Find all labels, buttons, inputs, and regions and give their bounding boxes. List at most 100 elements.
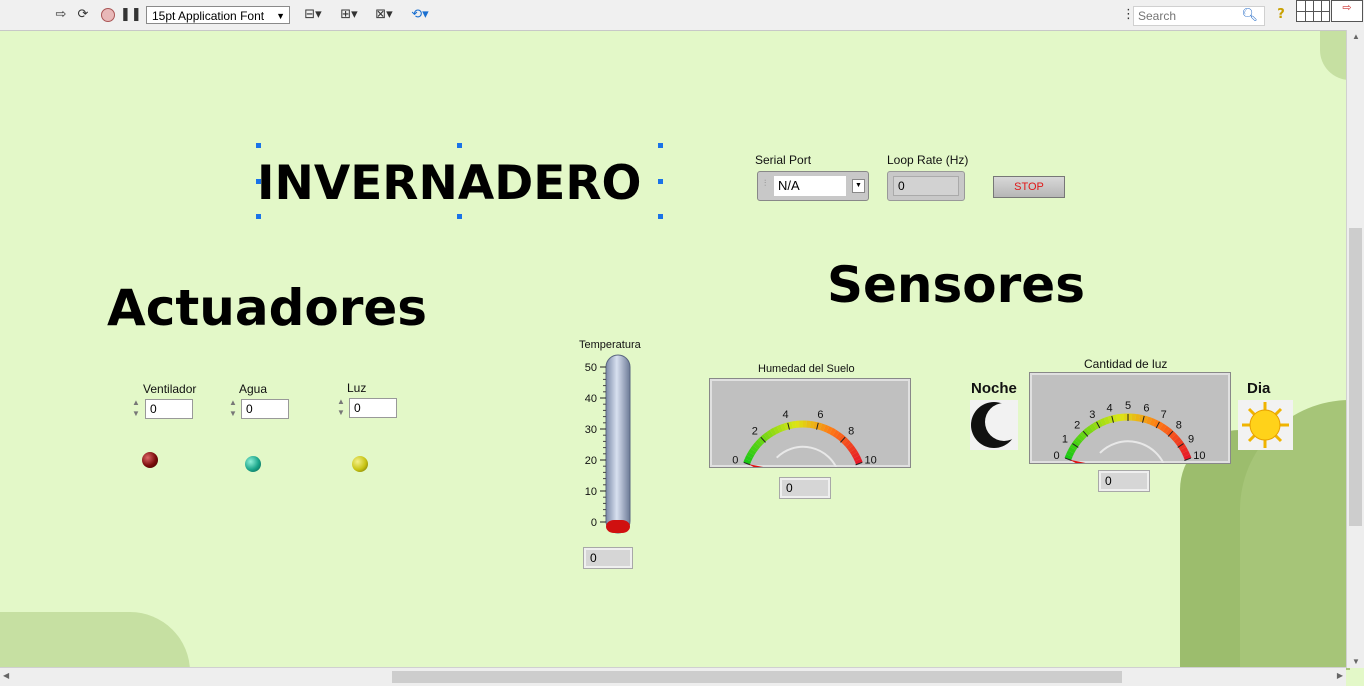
gauge-needle (1070, 460, 1097, 463)
gauge-color-arc (1082, 433, 1085, 436)
gauge-tick-label: 0 (1054, 450, 1060, 462)
selection-handle[interactable] (658, 214, 663, 219)
gauge-color-arc (1168, 431, 1171, 434)
agua-input[interactable]: 0 (241, 399, 289, 419)
serial-port-value-field[interactable]: N/A (774, 176, 846, 196)
align-objects-icon[interactable]: ⊟▾ (300, 6, 326, 24)
search-input[interactable] (1134, 7, 1242, 25)
search-field[interactable]: 🔍︎ (1133, 6, 1265, 26)
temperatura-indicator[interactable]: 0 (584, 548, 632, 568)
thermometer-tick-label: 40 (585, 393, 597, 405)
page-title[interactable]: INVERNADERO (257, 156, 641, 211)
gauge-color-arc (772, 431, 775, 433)
gauge-color-arc (1155, 423, 1159, 425)
gauge-tick-label: 1 (1062, 434, 1068, 446)
loop-rate-field[interactable]: 0 (893, 176, 959, 196)
search-icon[interactable]: 🔍︎ (1241, 7, 1258, 23)
vertical-scrollbar[interactable]: ▲ ▼ (1346, 30, 1364, 668)
dia-label: Dia (1247, 380, 1270, 397)
agua-led (245, 456, 261, 472)
gauge-color-arc (1158, 424, 1161, 426)
gauge-color-arc (810, 424, 814, 425)
scroll-right-icon[interactable]: ▶ (1337, 671, 1343, 680)
gauge-tick-label: 6 (817, 409, 823, 421)
gauge-color-arc (1068, 455, 1069, 459)
gauge-color-arc (840, 437, 843, 439)
gauge-color-arc (763, 437, 766, 439)
gauge-color-arc (818, 426, 822, 427)
gauge-tick-label: 2 (752, 425, 758, 437)
gauge-color-arc (1174, 436, 1177, 439)
agua-spinner[interactable]: ▲▼ (228, 397, 238, 421)
gauge-color-arc (1161, 426, 1164, 428)
cantidad-luz-label: Cantidad de luz (1084, 357, 1167, 371)
selection-handle[interactable] (256, 143, 261, 148)
selection-handle[interactable] (658, 179, 663, 184)
scroll-left-icon[interactable]: ◀ (3, 671, 9, 680)
gauge-tick-label: 9 (1188, 434, 1194, 446)
visa-icon: ⫶ (764, 178, 766, 189)
toolbar: ⇨ ⟳ ❚❚ 15pt Application Font ▼ ⊟▾ ⊞▾ ⊠▾ … (0, 0, 1364, 31)
reorder-icon[interactable]: ⟲▾ (407, 6, 433, 24)
gauge-color-arc (1143, 419, 1147, 420)
gauge-color-arc (831, 431, 834, 433)
cantidad-luz-gauge-dial: 012345678910 (1030, 373, 1230, 463)
abort-icon[interactable] (99, 6, 117, 24)
run-continuously-icon[interactable]: ⟳ (74, 6, 92, 24)
gauge-color-arc (1113, 418, 1117, 419)
selection-handle[interactable] (256, 179, 261, 184)
humedad-gauge-dial: 0246810 (710, 379, 910, 467)
connector-pane-icon[interactable] (1296, 0, 1330, 22)
loop-rate-frame: 0 (887, 171, 965, 201)
vi-icon[interactable]: ⇨ (1331, 0, 1363, 22)
run-arrow-icon[interactable]: ⇨ (52, 6, 70, 24)
loop-rate-label: Loop Rate (Hz) (887, 153, 968, 167)
resize-objects-icon[interactable]: ⊠▾ (371, 6, 397, 24)
stop-button[interactable]: STOP (993, 176, 1065, 198)
scroll-up-icon[interactable]: ▲ (1352, 32, 1360, 41)
decor-shape-bottom-left (0, 612, 190, 672)
agua-label: Agua (239, 382, 267, 396)
gauge-color-arc (1109, 419, 1113, 420)
vertical-scroll-thumb[interactable] (1349, 228, 1362, 526)
help-icon[interactable]: ? (1272, 6, 1290, 24)
sensores-heading: Sensores (827, 256, 1085, 314)
ventilador-label: Ventilador (143, 382, 196, 396)
selection-handle[interactable] (256, 214, 261, 219)
ventilador-input[interactable]: 0 (145, 399, 193, 419)
font-select[interactable]: 15pt Application Font ▼ (146, 6, 290, 24)
gauge-color-arc (848, 445, 850, 448)
ventilador-spinner[interactable]: ▲▼ (131, 397, 141, 421)
gauge-color-arc (769, 433, 772, 435)
pause-icon[interactable]: ❚❚ (120, 6, 138, 24)
gauge-color-arc (828, 429, 831, 431)
gauge-color-arc (1171, 433, 1174, 436)
gauge-color-arc (760, 439, 763, 442)
gauge-color-arc (755, 445, 757, 448)
gauge-color-arc (1181, 445, 1183, 448)
gauge-color-arc (814, 425, 818, 426)
selection-handle[interactable] (457, 214, 462, 219)
gauge-color-arc (747, 460, 748, 463)
horizontal-scrollbar[interactable]: ◀ ▶ (0, 667, 1346, 686)
chevron-down-icon[interactable]: ▼ (852, 179, 865, 193)
distribute-objects-icon[interactable]: ⊞▾ (336, 6, 362, 24)
gauge-color-arc (778, 428, 781, 429)
gauge-color-arc (1136, 417, 1140, 418)
gauge-tick-label: 4 (783, 409, 789, 421)
scroll-down-icon[interactable]: ▼ (1352, 657, 1360, 666)
moon-icon (970, 400, 1018, 450)
luz-input[interactable]: 0 (349, 398, 397, 418)
serial-port-control[interactable]: ⫶ N/A ▼ (757, 171, 869, 201)
gauge-tick-label: 8 (848, 425, 854, 437)
gauge-color-arc (1075, 442, 1077, 445)
serial-port-value: N/A (778, 178, 800, 193)
gauge-color-arc (1095, 424, 1098, 426)
luz-spinner[interactable]: ▲▼ (336, 396, 346, 420)
selection-handle[interactable] (658, 143, 663, 148)
thermometer-tick-label: 50 (585, 362, 597, 374)
horizontal-scroll-thumb[interactable] (392, 671, 1122, 683)
cantidad-luz-indicator[interactable]: 0 (1099, 471, 1149, 491)
selection-handle[interactable] (457, 143, 462, 148)
humedad-indicator[interactable]: 0 (780, 478, 830, 498)
